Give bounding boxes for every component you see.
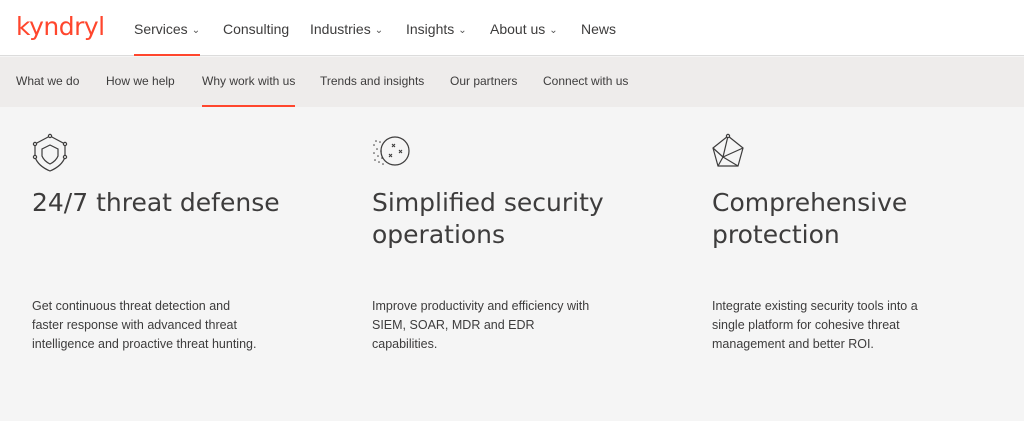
nav-item-about-us[interactable]: About us ⌄ — [490, 0, 558, 56]
nav-item-label: Services — [134, 21, 188, 37]
nav-item-services[interactable]: Services ⌄ — [134, 0, 201, 56]
subnav-item-trends-and-insights[interactable]: Trends and insights — [320, 57, 424, 107]
subnav-item-how-we-help[interactable]: How we help — [106, 57, 175, 107]
chevron-down-icon: ⌄ — [458, 25, 467, 36]
top-header: kyndryl Services ⌄ Consulting Industries ⌄… — [0, 0, 1024, 56]
feature-title: 24/7 threat defense — [32, 188, 280, 217]
nav-item-consulting[interactable]: Consulting — [223, 0, 289, 56]
scatter-circle-icon — [373, 136, 410, 166]
feature-title: Simplified security operations — [372, 188, 604, 249]
feature-description: Integrate existing security tools into a… — [712, 299, 918, 351]
chevron-down-icon: ⌄ — [549, 25, 558, 36]
nav-item-label: News — [581, 21, 617, 37]
subnav-item-why-work-with-us[interactable]: Why work with us — [202, 57, 296, 107]
nav-item-news[interactable]: News — [581, 0, 616, 56]
feature-description: Improve productivity and efficiency with… — [372, 299, 590, 351]
shield-icon — [32, 133, 68, 172]
nav-item-label: About us — [490, 21, 546, 37]
feature-title: Comprehensive protection — [712, 188, 908, 249]
features-section: 24/7 threat defense Get continuous threa… — [0, 107, 1024, 421]
chevron-down-icon: ⌄ — [374, 25, 384, 36]
nav-item-label: Insights — [406, 21, 455, 37]
subnav-item-what-we-do[interactable]: What we do — [16, 57, 79, 107]
polyhedron-icon — [712, 133, 744, 167]
chevron-down-icon: ⌄ — [191, 25, 201, 36]
nav-item-label: Consulting — [223, 21, 290, 37]
sub-nav: What we do How we help Why work with us … — [0, 57, 1024, 107]
nav-item-industries[interactable]: Industries ⌄ — [310, 0, 383, 56]
subnav-item-connect-with-us[interactable]: Connect with us — [543, 57, 628, 107]
nav-item-insights[interactable]: Insights ⌄ — [406, 0, 467, 56]
nav-item-label: Industries — [310, 21, 371, 37]
kyndryl-logo[interactable]: kyndryl — [16, 12, 105, 42]
feature-description: Get continuous threat detection and fast… — [32, 299, 257, 351]
subnav-item-our-partners[interactable]: Our partners — [450, 57, 517, 107]
